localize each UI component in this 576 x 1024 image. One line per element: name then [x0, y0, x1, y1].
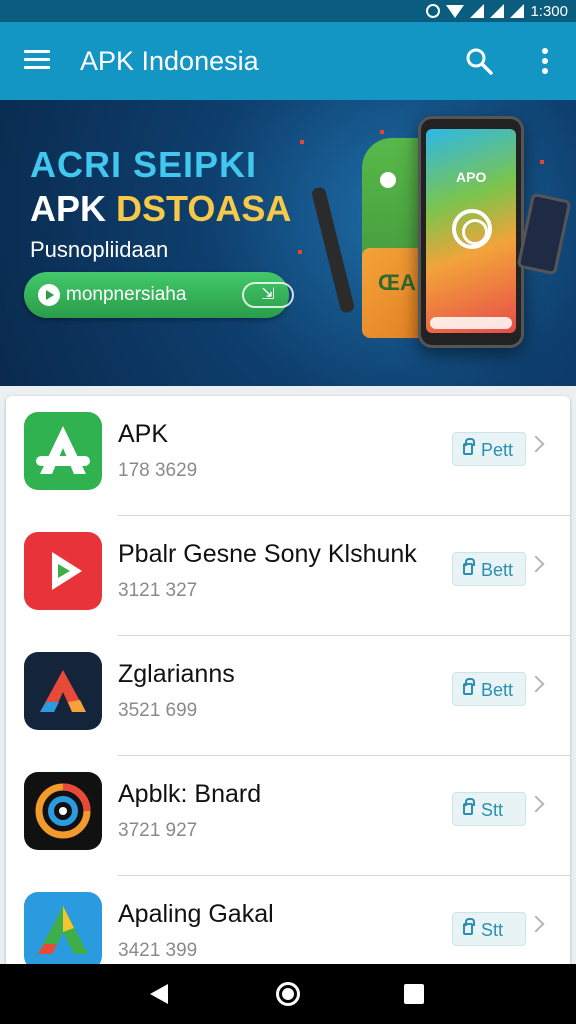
chevron-right-icon[interactable] — [527, 435, 545, 453]
app-meta: 3421 399 — [118, 940, 198, 961]
app-name: Pbalr Gesne Sony Klshunk — [118, 540, 417, 568]
back-icon[interactable] — [150, 984, 168, 1004]
app-icon-play — [24, 532, 102, 610]
app-title: APK Indonesia — [80, 46, 259, 76]
alarm-icon — [426, 4, 441, 18]
list-item[interactable]: Pbalr Gesne Sony Klshunk 3121 327 Bett — [6, 516, 570, 636]
status-time: 1:300 — [530, 2, 568, 20]
status-bar: 1:300 — [0, 0, 576, 22]
chevron-right-icon[interactable] — [527, 795, 545, 813]
app-icon-ring — [24, 772, 102, 850]
banner-headline-1: ACRI SEIPKI — [30, 144, 258, 185]
chevron-right-icon[interactable] — [527, 555, 545, 573]
lock-icon — [463, 918, 475, 935]
promo-banner[interactable]: ŒA APO ACRI SEIPKI APK DSTOASA Pusnoplii… — [0, 100, 576, 386]
search-icon[interactable] — [464, 46, 494, 76]
signal-icon-2 — [490, 4, 505, 18]
list-item[interactable]: APK 178 3629 Pett — [6, 396, 570, 516]
get-button[interactable]: Bett — [452, 672, 526, 706]
status-icons: 1:300 — [426, 0, 568, 22]
app-name: APK — [118, 420, 169, 448]
app-meta: 3721 927 — [118, 820, 198, 841]
phone-screen-title: APO — [456, 169, 487, 185]
app-meta: 178 3629 — [118, 460, 198, 481]
app-icon-adobe — [24, 652, 102, 730]
hamburger-icon[interactable] — [24, 50, 50, 70]
app-name: Apaling Gakal — [118, 900, 274, 928]
app-name: Zglarianns — [118, 660, 235, 688]
lock-icon — [463, 798, 475, 815]
list-item[interactable]: Apblk: Bnard 3721 927 Stt — [6, 756, 570, 876]
app-meta: 3121 327 — [118, 580, 198, 601]
app-bar: APK Indonesia — [0, 22, 576, 100]
list-item[interactable]: Zglarianns 3521 699 Bett — [6, 636, 570, 756]
app-icon-apk — [24, 412, 102, 490]
app-icon-gakal — [24, 892, 102, 970]
banner-subtitle: Pusnopliidaan — [30, 237, 169, 262]
tablet-illustration — [516, 192, 572, 276]
stylus-illustration — [310, 186, 356, 314]
banner-headline-2: APK DSTOASA — [30, 188, 292, 229]
more-vert-icon[interactable] — [538, 46, 552, 76]
recents-icon[interactable] — [404, 984, 424, 1004]
system-nav-bar — [0, 964, 576, 1024]
arrow-icon: ⇲ — [242, 282, 294, 308]
chevron-right-icon[interactable] — [527, 675, 545, 693]
get-button[interactable]: Pett — [452, 432, 526, 466]
get-button[interactable]: Stt — [452, 792, 526, 826]
play-icon — [38, 284, 60, 306]
wifi-icon — [446, 4, 465, 18]
lock-icon — [463, 558, 475, 575]
app-name: Apblk: Bnard — [118, 780, 262, 808]
target-icon — [452, 209, 492, 249]
banner-cta-button[interactable]: monpnersiaha ⇲ — [24, 272, 294, 318]
signal-icon — [470, 4, 485, 18]
get-button[interactable]: Bett — [452, 552, 526, 586]
chevron-right-icon[interactable] — [527, 915, 545, 933]
lock-icon — [463, 678, 475, 695]
home-icon[interactable] — [276, 982, 300, 1006]
app-list: APK 178 3629 Pett Pbalr Gesne Sony Klshu… — [6, 396, 570, 996]
cta-label: monpnersiaha — [66, 284, 187, 305]
app-meta: 3521 699 — [118, 700, 198, 721]
battery-icon — [510, 4, 525, 18]
lock-icon — [463, 438, 475, 455]
phone-illustration: APO — [418, 116, 524, 348]
get-button[interactable]: Stt — [452, 912, 526, 946]
